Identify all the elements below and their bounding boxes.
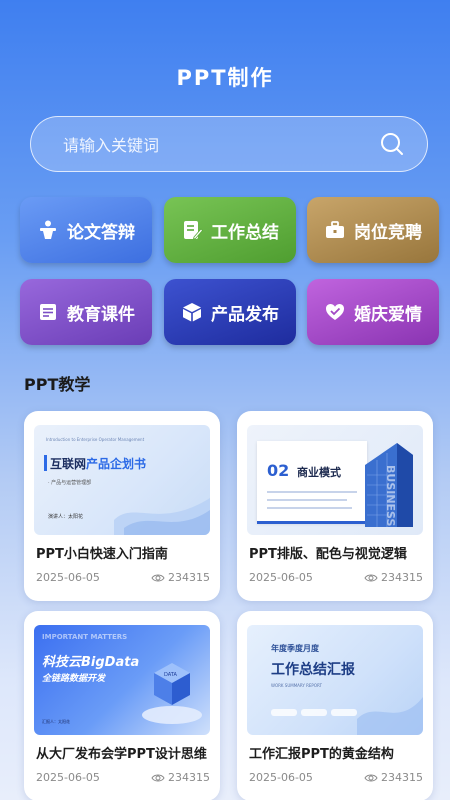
thumb-wave-decoration [114,498,210,535]
category-education-courseware-button[interactable]: 教育课件 [20,279,152,345]
card-title: 从大厂发布会学PPT设计思维 [36,747,207,762]
thumb-heading-b: 产品企划书 [86,457,147,471]
tutorial-card[interactable]: IMPORTANT MATTERS 科技云BigData 全链路数据开发 汇报人… [24,611,220,800]
thumb-reporter: 汇报人：太阳花 [42,719,70,724]
thumb-subtitle-en: Introduction to Enterprise Operator Mana… [46,437,145,442]
thumb-heading-a: 互联网 [50,457,87,471]
category-label: 岗位竞聘 [354,222,422,243]
eye-icon [151,774,165,781]
category-job-competition-button[interactable]: 岗位竞聘 [307,197,439,263]
thumb-subtitle: WORK SUMMARY REPORT [271,683,322,688]
search-bar[interactable]: 请输入关键词 [30,116,428,172]
note-edit-icon [184,221,203,240]
card-views: 234315 [381,771,423,784]
thumb-top-label: IMPORTANT MATTERS [42,633,128,641]
card-date: 2025-06-05 [249,771,313,784]
thumb-subtitle: · 产品与运营管理部 [48,480,92,486]
heart-icon [326,304,344,320]
thumb-number: 02 [267,461,290,480]
box-icon [183,303,201,322]
card-thumbnail: IMPORTANT MATTERS 科技云BigData 全链路数据开发 汇报人… [34,625,210,735]
svg-text:DATA: DATA [164,672,177,678]
tutorial-card[interactable]: Introduction to Enterprise Operator Mana… [24,411,220,601]
podium-icon [40,220,56,239]
category-work-summary-button[interactable]: 工作总结 [164,197,296,263]
thumb-subtitle: 全链路数据开发 [42,674,106,684]
category-label: 产品发布 [211,304,279,325]
thumb-heading: 商业模式 [297,466,341,479]
card-thumbnail: Introduction to Enterprise Operator Mana… [34,425,210,535]
card-date: 2025-06-05 [36,571,100,584]
book-icon [40,304,56,320]
category-label: 教育课件 [67,304,135,325]
thumb-watermark: BUSINESS [384,465,397,527]
card-title: PPT小白快速入门指南 [36,547,168,562]
page-title: PPT制作 [176,66,274,90]
category-product-launch-button[interactable]: 产品发布 [164,279,296,345]
tutorial-card[interactable]: 02 商业模式 BUSINESS PPT排版、配色与视觉逻辑 2025-06-0… [237,411,433,601]
thumb-heading: 科技云BigData [42,655,140,670]
category-label: 婚庆爱情 [354,304,422,325]
category-label: 论文答辩 [67,222,135,243]
card-title: 工作汇报PPT的黄金结构 [249,747,394,762]
card-title: PPT排版、配色与视觉逻辑 [249,547,407,562]
tutorial-card[interactable]: 年度季度月度 工作总结汇报 WORK SUMMARY REPORT 工作汇报PP… [237,611,433,800]
search-icon[interactable] [379,131,405,157]
category-wedding-love-button[interactable]: 婚庆爱情 [307,279,439,345]
category-thesis-defense-button[interactable]: 论文答辩 [20,197,152,263]
thumb-cube-graphic: DATA [142,663,202,724]
eye-icon [364,774,378,781]
thumb-wave-decoration [357,697,423,735]
eye-icon [364,574,378,581]
card-thumbnail: 年度季度月度 工作总结汇报 WORK SUMMARY REPORT [247,625,423,735]
card-views: 234315 [168,771,210,784]
card-date: 2025-06-05 [36,771,100,784]
search-input[interactable]: 请输入关键词 [63,132,379,156]
card-views: 234315 [381,571,423,584]
thumb-top-label: 年度季度月度 [271,643,319,653]
section-title: PPT教学 [24,375,91,394]
card-thumbnail: 02 商业模式 BUSINESS [247,425,423,535]
thumb-presenter: 演讲人：太阳花 [48,514,84,520]
thumb-heading: 工作总结汇报 [271,662,355,678]
card-views: 234315 [168,571,210,584]
eye-icon [151,574,165,581]
briefcase-icon [326,221,344,238]
card-date: 2025-06-05 [249,571,313,584]
category-label: 工作总结 [211,222,279,243]
